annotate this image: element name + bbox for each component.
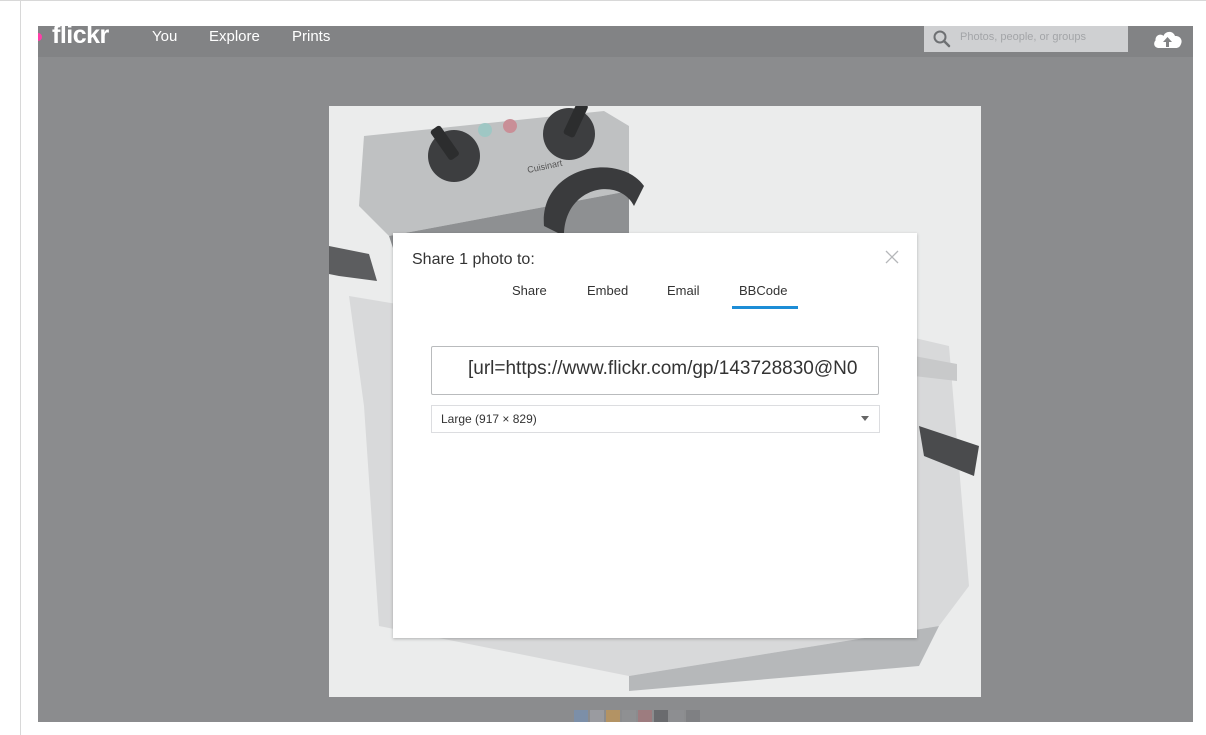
cloud-upload-icon[interactable] xyxy=(1152,28,1183,50)
search-box[interactable]: Photos, people, or groups xyxy=(924,26,1128,52)
window-border-top xyxy=(0,0,1206,1)
filmstrip-thumbnail[interactable] xyxy=(622,710,636,722)
filmstrip-thumbnail[interactable] xyxy=(606,710,620,722)
tab-email[interactable]: Email xyxy=(667,283,700,298)
close-icon[interactable] xyxy=(884,249,900,265)
filmstrip xyxy=(574,710,754,722)
filmstrip-thumbnail[interactable] xyxy=(638,710,652,722)
active-tab-indicator xyxy=(732,306,798,309)
filmstrip-thumbnail[interactable] xyxy=(590,710,604,722)
photo-size-select[interactable]: Large (917 × 829) xyxy=(431,405,880,433)
filmstrip-thumbnail[interactable] xyxy=(686,710,700,722)
tab-embed[interactable]: Embed xyxy=(587,283,628,298)
nav-link-you[interactable]: You xyxy=(152,28,177,45)
bbcode-field[interactable]: [url=https://www.flickr.com/gp/143728830… xyxy=(431,346,879,395)
chevron-down-icon xyxy=(861,416,869,421)
nav-link-prints[interactable]: Prints xyxy=(292,28,330,45)
flickr-logo-dot xyxy=(38,33,42,41)
flickr-logo[interactable]: flickr xyxy=(52,26,109,50)
search-input[interactable]: Photos, people, or groups xyxy=(960,31,1086,43)
share-dialog: Share 1 photo to: Share Embed Email BBCo… xyxy=(393,233,917,638)
flickr-page: flickr You Explore Prints Photos, people… xyxy=(38,26,1193,722)
photo-size-selected: Large (917 × 829) xyxy=(441,412,537,426)
window-border-left xyxy=(20,0,21,735)
filmstrip-thumbnail[interactable] xyxy=(670,710,684,722)
filmstrip-thumbnail[interactable] xyxy=(654,710,668,722)
top-navigation-bar: flickr You Explore Prints Photos, people… xyxy=(38,26,1193,57)
share-dialog-title: Share 1 photo to: xyxy=(412,251,535,268)
nav-link-explore[interactable]: Explore xyxy=(209,28,260,45)
bbcode-value: [url=https://www.flickr.com/gp/143728830… xyxy=(468,358,858,379)
tab-share[interactable]: Share xyxy=(512,283,547,298)
filmstrip-thumbnail[interactable] xyxy=(574,710,588,722)
tab-bbcode[interactable]: BBCode xyxy=(739,283,787,298)
share-tabs: Share Embed Email BBCode xyxy=(393,283,917,313)
search-icon[interactable] xyxy=(932,29,952,49)
